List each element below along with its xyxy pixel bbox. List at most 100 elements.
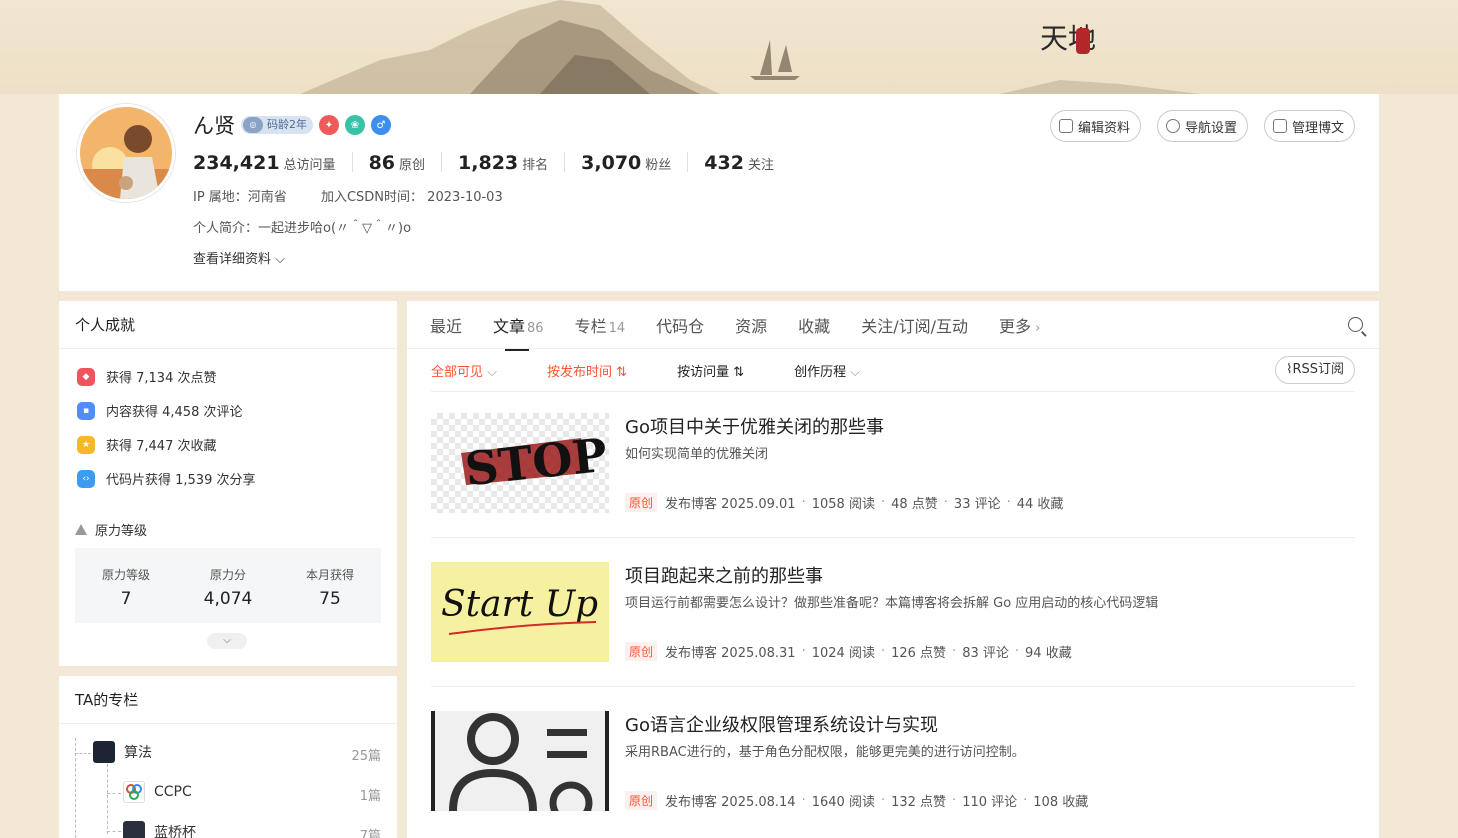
tab-recent[interactable]: 最近 [430, 313, 462, 337]
like-count: 48 点赞 [891, 497, 938, 512]
sort-by-time[interactable]: 按发布时间 ⇅ [547, 361, 627, 380]
like-count: 126 点赞 [891, 646, 947, 661]
article-title[interactable]: 项目跑起来之前的那些事 [625, 562, 823, 588]
comment-count: 110 评论 [962, 795, 1018, 810]
user-permission-icon [431, 711, 609, 811]
column-count: 25篇 [351, 749, 381, 764]
star-medal-icon: ★ [77, 435, 95, 454]
column-thumbnail [93, 741, 115, 763]
tab-follow[interactable]: 关注/订阅/互动 [861, 313, 968, 337]
edit-icon [1058, 119, 1073, 133]
stat-following[interactable]: 432 关注 [704, 152, 790, 174]
tree-branch [107, 831, 121, 832]
original-tag: 原创 [625, 493, 658, 512]
gender-male-icon: ♂ [371, 115, 391, 135]
chevron-down-icon: ⌵ [846, 365, 861, 380]
tab-articles[interactable]: 文章 86 [493, 313, 544, 351]
profile-stats: 234,421 总访问量 86 原创 1,823 排名 3,070 粉丝 432 关注 [193, 152, 806, 174]
favorite-count: 44 收藏 [1016, 497, 1064, 512]
visibility-filter[interactable]: 全部可见 ⌵ [431, 361, 497, 380]
divider [431, 537, 1355, 538]
stat-original[interactable]: 86 原创 [369, 152, 443, 174]
article-thumbnail[interactable]: STOP [431, 413, 609, 513]
divider [431, 686, 1355, 687]
achievements-title: 个人成就 [59, 301, 397, 349]
sort-icon: ⇅ [729, 365, 745, 380]
rss-subscribe-button[interactable]: ⌇RSS订阅 [1275, 356, 1355, 384]
achievement-shares: ‹› 代码片获得 1,539 次分享 [77, 469, 255, 488]
publish-date: 发布博客 2025.09.01 [665, 497, 796, 512]
power-level: 原力等级 7 [101, 568, 150, 609]
tab-columns[interactable]: 专栏 14 [575, 313, 626, 337]
original-tag: 原创 [625, 642, 658, 661]
article-thumbnail[interactable]: Start Up [431, 562, 609, 662]
article-thumbnail[interactable] [431, 711, 609, 811]
achievement-favorites: ★ 获得 7,447 次收藏 [77, 435, 216, 454]
sort-icon: ⇅ [612, 365, 628, 380]
read-count: 1640 阅读 [811, 795, 875, 810]
column-count: 1篇 [359, 789, 381, 804]
nav-settings-button[interactable]: 导航设置 [1156, 110, 1248, 142]
power-score: 原力分 4,074 [203, 568, 253, 609]
level-icon: ◎ [243, 117, 263, 133]
stat-rank[interactable]: 1,823 排名 [458, 152, 566, 174]
tree-branch [75, 753, 91, 754]
like-count: 132 点赞 [891, 795, 947, 810]
username: ん贤 [193, 114, 235, 138]
edit-profile-button[interactable]: 编辑资料 [1049, 110, 1141, 142]
achievement-comments: ▪ 内容获得 4,458 次评论 [77, 401, 242, 420]
power-stats: 原力等级 7 原力分 4,074 本月获得 75 [75, 548, 381, 623]
stat-fans[interactable]: 3,070 粉丝 [581, 152, 689, 174]
publish-date: 发布博客 2025.08.14 [665, 795, 796, 810]
tree-branch [107, 793, 121, 794]
manage-posts-button[interactable]: 管理博文 [1263, 110, 1355, 142]
article-meta: 原创 发布博客 2025.09.01 · 1058 阅读 · 48 点赞 · 33 评… [625, 493, 1063, 512]
ccpc-logo-icon [123, 781, 145, 803]
power-month: 本月获得 75 [305, 568, 354, 609]
column-item-algorithm[interactable]: 算法 [93, 741, 152, 763]
code-medal-icon: ‹› [77, 469, 95, 488]
publish-date: 发布博客 2025.08.31 [665, 646, 796, 661]
profile-card: ん贤 ◎ 码龄2年 ✦ ❀ ♂ 234,421 总访问量 86 原创 1,823 排名… [59, 94, 1379, 291]
article-item[interactable]: STOP Go项目中关于优雅关闭的那些事 如何实现简单的优雅关闭 原创 发布博客… [431, 413, 1355, 513]
article-description: 项目运行前都需要怎么设计？做那些准备呢？本篇博客将会拆解 Go 应用启动的核心代… [625, 596, 1159, 611]
ip-and-join-line: IP 属地：河南省 加入CSDN时间： 2023-10-03 [193, 186, 503, 205]
tab-code-repo[interactable]: 代码仓 [656, 313, 704, 337]
column-item-lanqiao[interactable]: 蓝桥杯 [123, 821, 196, 838]
read-count: 1058 阅读 [811, 497, 875, 512]
article-item[interactable]: Go语言企业级权限管理系统设计与实现 采用RBAC进行的，基于角色分配权限，能够… [431, 711, 1355, 811]
join-label: 加入CSDN时间： [320, 190, 424, 205]
tab-resources[interactable]: 资源 [735, 313, 767, 337]
tab-more[interactable]: 更多 › [999, 313, 1040, 337]
bio: 个人简介：一起进步哈o(〃＾▽＾〃)o [193, 221, 412, 236]
search-icon[interactable] [1348, 317, 1363, 332]
article-meta: 原创 发布博客 2025.08.31 · 1024 阅读 · 126 点赞 · 83 … [625, 642, 1072, 661]
medal-vip-icon[interactable]: ❀ [345, 115, 365, 135]
details-link[interactable]: 查看详细资料 ⌵ [193, 248, 285, 267]
avatar[interactable] [77, 104, 175, 202]
tab-favorites[interactable]: 收藏 [798, 313, 830, 337]
comment-medal-icon: ▪ [77, 401, 95, 420]
column-thumbnail [123, 821, 145, 838]
read-count: 1024 阅读 [811, 646, 875, 661]
expand-chevron-icon[interactable]: ⌵ [207, 633, 247, 649]
chevron-down-icon: ⌵ [483, 365, 498, 380]
sort-by-views[interactable]: 按访问量 ⇅ [677, 361, 744, 380]
chevron-down-icon: ⌵ [271, 252, 286, 267]
creation-history[interactable]: 创作历程 ⌵ [794, 361, 860, 380]
medal-fire-icon[interactable]: ✦ [319, 115, 339, 135]
article-title[interactable]: Go语言企业级权限管理系统设计与实现 [625, 711, 938, 737]
pyramid-icon [75, 524, 87, 535]
content-tabs: 最近 文章 86 专栏 14 代码仓 资源 收藏 关注/订阅/互动 更多 › [407, 301, 1379, 351]
document-icon [1272, 119, 1287, 133]
comment-count: 33 评论 [953, 497, 1001, 512]
achievement-likes: ◆ 获得 7,134 次点赞 [77, 367, 216, 386]
stat-visits[interactable]: 234,421 总访问量 [193, 152, 353, 174]
article-description: 采用RBAC进行的，基于角色分配权限，能够更完美的进行访问控制。 [625, 745, 1025, 760]
column-item-ccpc[interactable]: CCPC [123, 781, 192, 803]
ip-location: IP 属地：河南省 [193, 190, 287, 205]
favorite-count: 94 收藏 [1025, 646, 1072, 661]
article-item[interactable]: Start Up 项目跑起来之前的那些事 项目运行前都需要怎么设计？做那些准备呢… [431, 562, 1355, 662]
favorite-count: 108 收藏 [1033, 795, 1089, 810]
article-title[interactable]: Go项目中关于优雅关闭的那些事 [625, 413, 884, 439]
